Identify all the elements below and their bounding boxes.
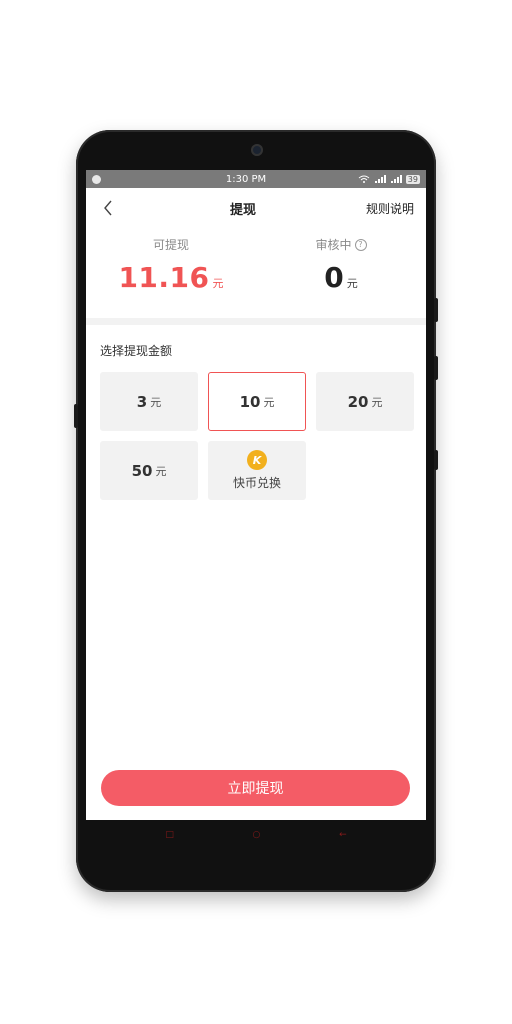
withdraw-now-button[interactable]: 立即提现 — [101, 770, 410, 806]
available-amount: 11.16 — [118, 261, 210, 294]
status-bar: 1:30 PM 39 — [86, 170, 426, 188]
rules-link[interactable]: 规则说明 — [366, 200, 414, 217]
status-time: 1:30 PM — [225, 173, 267, 185]
signal-icon-2 — [390, 175, 402, 183]
coin-exchange-label: 快币兑换 — [232, 476, 281, 490]
pending-amount: 0 — [324, 261, 344, 294]
front-camera — [251, 144, 263, 156]
notification-icon — [92, 174, 101, 184]
power-button — [74, 404, 78, 428]
app-screen: 1:30 PM 39 提现 规则说明 可提现 11.16 元 审核中 ? 0 元… — [86, 170, 426, 820]
back-button[interactable] — [96, 196, 120, 220]
volume-up-button — [434, 298, 438, 322]
volume-down-button — [434, 356, 438, 380]
home-icon[interactable]: ○ — [253, 830, 261, 840]
balance-summary: 可提现 11.16 元 审核中 ? 0 元 — [86, 228, 426, 318]
system-navigation-bar: □ ○ ← — [86, 820, 426, 850]
wifi-icon — [358, 175, 370, 183]
amount-option-50[interactable]: 50 元 — [100, 441, 198, 500]
available-label: 可提现 — [152, 238, 189, 252]
extra-side-button — [434, 450, 438, 470]
amount-options-grid: 3 元 10 元 20 元 50 元 K 快币兑换 — [86, 361, 426, 500]
section-divider — [86, 318, 426, 325]
signal-icon — [374, 175, 386, 183]
available-unit: 元 — [212, 277, 224, 290]
amount-option-3[interactable]: 3 元 — [100, 372, 198, 431]
pending-unit: 元 — [346, 277, 358, 290]
available-balance: 可提现 11.16 元 — [86, 236, 256, 318]
navigation-bar: 提现 规则说明 — [86, 188, 426, 228]
coin-icon: K — [247, 450, 267, 470]
amount-option-10[interactable]: 10 元 — [208, 372, 306, 431]
back-arrow-icon[interactable]: ← — [339, 830, 347, 840]
amount-section-title: 选择提现金额 — [100, 344, 173, 358]
coin-exchange-option[interactable]: K 快币兑换 — [208, 441, 306, 500]
amount-option-20[interactable]: 20 元 — [316, 372, 414, 431]
recent-apps-icon[interactable]: □ — [165, 830, 174, 840]
chevron-left-icon — [104, 200, 112, 216]
page-title: 提现 — [229, 202, 256, 218]
pending-label: 审核中 — [315, 238, 352, 252]
help-icon[interactable]: ? — [354, 238, 367, 251]
battery-icon: 39 — [405, 174, 420, 184]
pending-balance: 审核中 ? 0 元 — [256, 236, 426, 318]
